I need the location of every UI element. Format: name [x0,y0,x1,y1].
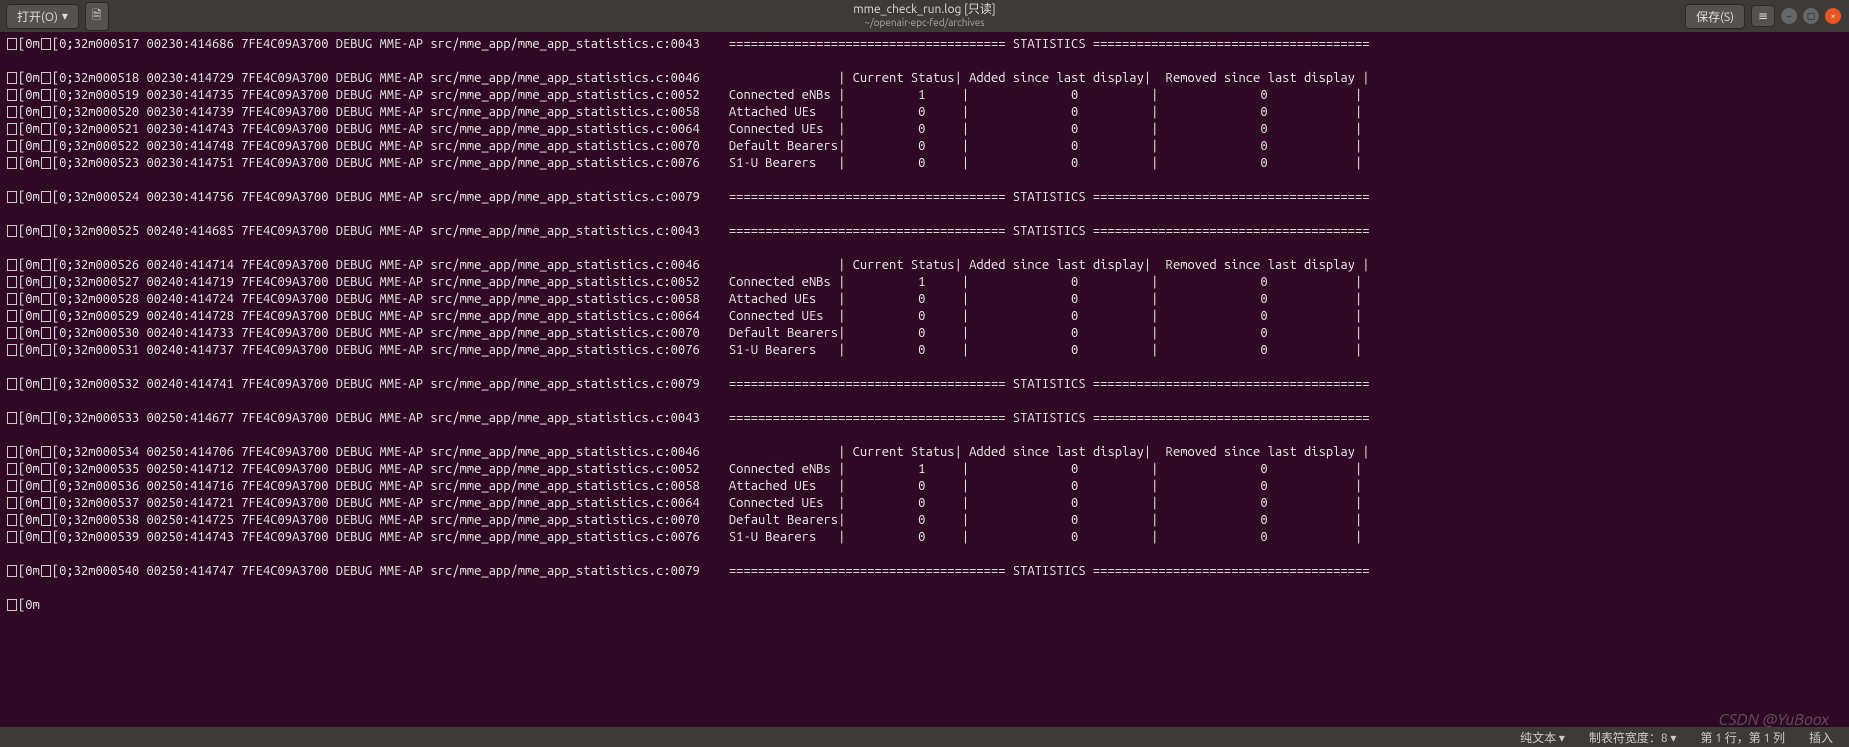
title-main: mme_check_run.log [只读] [853,3,995,17]
save-label: 保存(S) [1696,8,1734,25]
statusbar: 纯文本 ▾ 制表符宽度：8 ▾ 第 1 行，第 1 列 插入 [0,727,1849,747]
new-doc-button[interactable]: 🗎 [85,2,109,31]
log-viewer[interactable]: [0m[0;32m000517 00230:414686 7FE4C09A370… [0,32,1849,727]
menu-button[interactable]: ≡ [1751,5,1775,27]
minimize-icon: – [1787,11,1791,21]
open-button[interactable]: 打开(O) ▾ [6,4,79,29]
maximize-icon: ▢ [1807,11,1816,22]
save-button[interactable]: 保存(S) [1685,4,1745,29]
chevron-down-icon: ▾ [62,9,68,23]
tab-width[interactable]: 制表符宽度：8 ▾ [1589,729,1677,746]
title-path: ~/openair-epc-fed/archives [853,17,995,29]
open-label: 打开(O) [17,8,58,25]
window-title: mme_check_run.log [只读] ~/openair-epc-fed… [853,3,995,29]
cursor-position: 第 1 行，第 1 列 [1700,729,1785,746]
close-icon: × [1830,11,1835,21]
titlebar: 打开(O) ▾ 🗎 mme_check_run.log [只读] ~/opena… [0,0,1849,32]
close-button[interactable]: × [1825,8,1841,24]
syntax-mode[interactable]: 纯文本 ▾ [1520,729,1565,746]
hamburger-icon: ≡ [1758,9,1768,23]
maximize-button[interactable]: ▢ [1803,8,1819,24]
document-icon: 🗎 [92,6,102,27]
minimize-button[interactable]: – [1781,8,1797,24]
insert-mode: 插入 [1809,729,1833,746]
